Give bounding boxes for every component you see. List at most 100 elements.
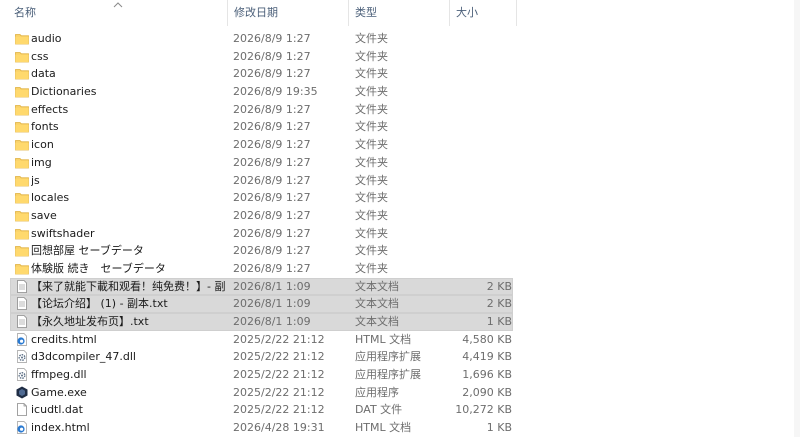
file-name[interactable]: data [31, 65, 226, 83]
file-type: 文件夹 [355, 120, 388, 134]
game-app-icon [15, 386, 29, 399]
file-row[interactable]: Dictionaries 2026/8/9 19:35 文件夹 [0, 83, 800, 101]
column-header-date[interactable]: 修改日期 [228, 0, 348, 26]
file-row[interactable]: icon 2026/8/9 1:27 文件夹 [0, 136, 800, 154]
file-size [452, 189, 512, 207]
file-name[interactable]: Game.exe [31, 384, 226, 402]
file-row[interactable]: icudtl.dat 2025/2/22 21:12 DAT 文件 10,272 KB [0, 401, 800, 419]
file-row[interactable]: save 2026/8/9 1:27 文件夹 [0, 207, 800, 225]
file-name[interactable]: Dictionaries [31, 83, 226, 101]
text-file-icon [15, 315, 29, 328]
file-size [452, 136, 512, 154]
file-modified-date: 2026/8/9 1:27 [233, 102, 311, 116]
file-name[interactable]: 【来了就能下載和观看！纯免费！】- 副... [31, 278, 226, 296]
file-name[interactable]: credits.html [31, 331, 226, 349]
file-name[interactable]: img [31, 154, 226, 172]
file-name[interactable]: save [31, 207, 226, 225]
file-row[interactable]: ffmpeg.dll 2025/2/22 21:12 应用程序扩展 1,696 KB [0, 366, 800, 384]
file-row[interactable]: fonts 2026/8/9 1:27 文件夹 [0, 118, 800, 136]
file-size [452, 30, 512, 48]
file-type: 文本文档 [355, 315, 399, 328]
file-type: 文件夹 [355, 32, 388, 45]
file-row[interactable]: 【论坛介绍】 (1) - 副本.txt 2026/8/1 1:09 文本文档 2 KB [0, 295, 800, 313]
file-row[interactable]: 体験版 続き セーブデータ 2026/8/9 1:27 文件夹 [0, 260, 800, 278]
file-modified-date: 2026/8/9 1:27 [233, 208, 311, 222]
file-type: 文件夹 [355, 85, 388, 99]
file-name[interactable]: icudtl.dat [31, 401, 226, 419]
file-name[interactable]: fonts [31, 118, 226, 136]
file-row[interactable]: locales 2026/8/9 1:27 文件夹 [0, 189, 800, 207]
file-size [452, 48, 512, 66]
column-header-type[interactable]: 类型 [349, 0, 449, 26]
file-name[interactable]: effects [31, 101, 226, 119]
file-modified-date: 2026/8/9 1:27 [233, 49, 311, 63]
file-name[interactable]: 回想部屋 セーブデータ [31, 242, 226, 260]
file-row[interactable]: credits.html 2025/2/22 21:12 HTML 文档 4,580 … [0, 331, 800, 349]
file-row[interactable]: img 2026/8/9 1:27 文件夹 [0, 154, 800, 172]
file-name[interactable]: locales [31, 189, 226, 207]
file-size [452, 101, 512, 119]
file-row[interactable]: audio 2026/8/9 1:27 文件夹 [0, 30, 800, 48]
file-modified-date: 2026/8/9 1:27 [233, 155, 311, 169]
file-size: 2 KB [486, 297, 512, 311]
file-name[interactable]: ffmpeg.dll [31, 366, 226, 384]
file-name[interactable]: css [31, 48, 226, 66]
file-name[interactable]: index.html [31, 419, 226, 437]
file-type: 文件夹 [355, 173, 388, 187]
text-file-icon [15, 297, 29, 311]
folder-icon [15, 244, 29, 257]
file-name[interactable]: 【永久地址发布页】.txt [31, 313, 226, 331]
file-row[interactable]: 【永久地址发布页】.txt 2026/8/1 1:09 文本文档 1 KB [0, 313, 800, 331]
file-modified-date: 2026/8/9 19:35 [233, 85, 318, 99]
file-row[interactable]: 【来了就能下載和观看！纯免费！】- 副... 2026/8/1 1:09 文本文档 2… [0, 277, 800, 296]
file-type: 文件夹 [355, 138, 388, 152]
file-type: 文件夹 [355, 49, 388, 63]
file-modified-date: 2025/2/22 21:12 [233, 403, 325, 417]
file-name[interactable]: audio [31, 30, 226, 48]
file-name[interactable]: 【论坛介绍】 (1) - 副本.txt [31, 295, 226, 313]
blank-file-icon [15, 403, 29, 417]
file-modified-date: 2026/8/1 1:09 [233, 297, 311, 311]
folder-icon [15, 85, 29, 98]
file-modified-date: 2026/8/9 1:27 [233, 120, 311, 134]
file-modified-date: 2026/8/9 1:27 [233, 191, 311, 205]
file-name[interactable]: icon [31, 136, 226, 154]
file-name[interactable]: d3dcompiler_47.dll [31, 348, 226, 366]
file-size [452, 118, 512, 136]
column-divider[interactable] [516, 0, 517, 26]
file-row[interactable]: effects 2026/8/9 1:27 文件夹 [0, 101, 800, 119]
folder-icon [15, 209, 29, 222]
edge-html-icon [15, 332, 29, 346]
file-size [452, 154, 512, 172]
file-row[interactable]: d3dcompiler_47.dll 2025/2/22 21:12 应用程序扩展 4… [0, 348, 800, 366]
file-size: 4,419 KB [462, 350, 512, 364]
file-row[interactable]: index.html 2026/4/28 19:31 HTML 文档 1 KB [0, 419, 800, 437]
file-modified-date: 2026/8/9 1:27 [233, 261, 311, 275]
file-size: 1 KB [486, 315, 512, 328]
file-type: 文本文档 [355, 297, 399, 311]
file-row[interactable]: js 2026/8/9 1:27 文件夹 [0, 172, 800, 190]
file-type: 文件夹 [355, 191, 388, 205]
column-header-size[interactable]: 大小 [450, 0, 516, 26]
file-type: 文件夹 [355, 244, 388, 258]
folder-icon [15, 156, 29, 169]
file-modified-date: 2025/2/22 21:12 [233, 350, 325, 364]
file-modified-date: 2026/8/9 1:27 [233, 226, 311, 240]
dll-gear-icon [15, 368, 29, 381]
folder-icon [15, 262, 29, 275]
file-row[interactable]: data 2026/8/9 1:27 文件夹 [0, 65, 800, 83]
file-modified-date: 2026/8/9 1:27 [233, 138, 311, 152]
file-name[interactable]: js [31, 172, 226, 190]
file-name[interactable]: 体験版 続き セーブデータ [31, 260, 226, 278]
vertical-scrollbar[interactable] [794, 0, 800, 437]
folder-icon [15, 50, 29, 63]
file-modified-date: 2026/8/9 1:27 [233, 32, 311, 45]
file-row[interactable]: swiftshader 2026/8/9 1:27 文件夹 [0, 225, 800, 243]
file-row[interactable]: css 2026/8/9 1:27 文件夹 [0, 48, 800, 66]
file-name[interactable]: swiftshader [31, 225, 226, 243]
folder-icon [15, 32, 29, 45]
file-size: 2 KB [486, 279, 512, 293]
file-row[interactable]: Game.exe 2025/2/22 21:12 应用程序 2,090 KB [0, 384, 800, 402]
file-row[interactable]: 回想部屋 セーブデータ 2026/8/9 1:27 文件夹 [0, 242, 800, 260]
file-list: audio 2026/8/9 1:27 文件夹 css 2026/8/9 1:27 文件夹… [0, 30, 800, 437]
